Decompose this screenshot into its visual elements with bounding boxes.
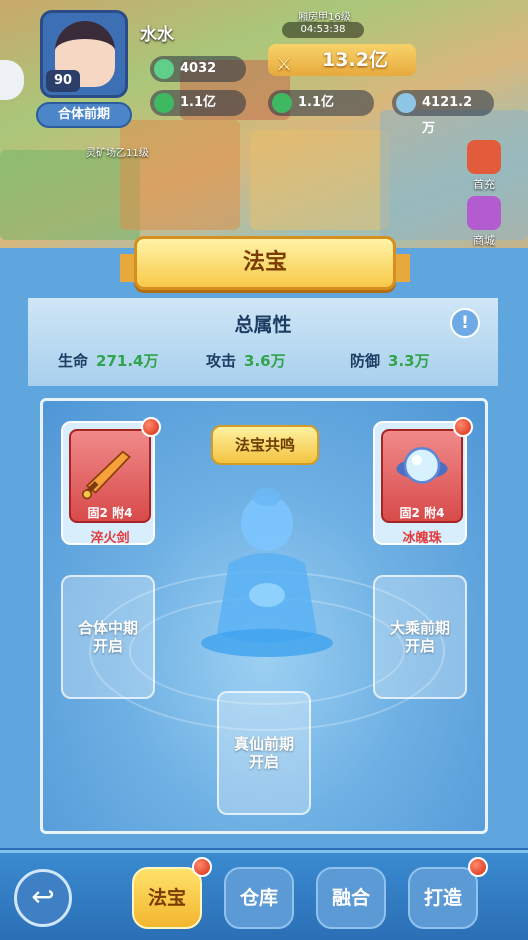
plus-coin-icon [154, 93, 174, 113]
stat-attack: 攻击 3.6万 [206, 350, 286, 371]
sword-tags: 固2 附4 [69, 503, 151, 523]
ice-orb-tag-fixed: 固2 [399, 506, 420, 520]
resource-copper[interactable]: 1.1亿 [150, 90, 246, 116]
nav-fusion-label: 融合 [331, 887, 370, 909]
sword-tag-extra: 附4 [112, 506, 133, 520]
locked-slot-dacheng-label: 大乘前期 开启 [389, 619, 450, 655]
stats-title: 总属性 [234, 314, 292, 336]
locked-slot-dacheng[interactable]: 大乘前期 开启 [373, 575, 467, 699]
stat-attack-value: 3.6万 [244, 352, 286, 370]
shop-icon [467, 196, 501, 230]
info-icon[interactable]: ! [450, 308, 480, 338]
shop-button[interactable]: 商城 [454, 196, 514, 248]
sword-icon [81, 450, 131, 500]
locked-slot-zhenxian[interactable]: 真仙前期 开启 [217, 691, 311, 815]
bottom-nav-bar: ↩ 法宝 仓库 融合 打造 [0, 850, 528, 940]
treasure-slot-sword[interactable]: 固2 附4 淬火剑 [61, 417, 161, 546]
stat-hp-value: 271.4万 [96, 352, 159, 370]
total-stats-card: 总属性 ! 生命 271.4万 攻击 3.6万 防御 3.3万 [28, 298, 498, 386]
ice-orb-name: 冰魄珠 [402, 531, 442, 546]
combat-power: ⚔ 13.2亿 [268, 44, 416, 76]
locked-slot-zhenxian-label: 真仙前期 开启 [233, 735, 294, 771]
gem-icon [154, 59, 174, 79]
sword-name: 淬火剑 [90, 531, 130, 546]
sword-tag-fixed: 固2 [87, 506, 108, 520]
combat-power-value: 13.2亿 [322, 49, 388, 71]
nav-forge[interactable]: 打造 [404, 857, 488, 933]
ice-orb-tag-extra: 附4 [424, 506, 445, 520]
player-name: 水水 [140, 25, 174, 45]
ice-orb-red-dot [453, 417, 473, 437]
crystal-icon [396, 93, 416, 113]
player-level-badge: 90 [46, 70, 80, 92]
panel-title: 法宝 [134, 236, 396, 290]
sword-red-dot [141, 417, 161, 437]
resource-crystal[interactable]: 4121.2万 [392, 90, 494, 136]
treasure-slots-area: 法宝共鸣 固2 附4 淬火剑 固2 附4 冰魄珠 合体中期 开启 大乘前期 开启… [40, 398, 488, 834]
resource-gem-value: 4032 [180, 61, 217, 76]
shop-label: 商城 [473, 234, 495, 247]
stat-defense: 防御 3.3万 [350, 350, 430, 371]
meditating-figure-icon [201, 488, 333, 657]
stat-hp: 生命 271.4万 [58, 350, 158, 371]
resource-jade-value: 1.1亿 [298, 95, 335, 110]
gift-chest-icon [467, 140, 501, 174]
back-arrow-icon[interactable]: ↩ [14, 869, 72, 927]
realm-button[interactable]: 合体前期 [36, 102, 132, 128]
stat-hp-label: 生命 [58, 352, 89, 370]
stat-defense-label: 防御 [350, 352, 381, 370]
build-timer: 04:53:38 [282, 22, 364, 38]
treasure-slot-ice-orb[interactable]: 固2 附4 冰魄珠 [373, 417, 473, 546]
crossed-swords-icon: ⚔ [276, 54, 293, 75]
nav-warehouse[interactable]: 仓库 [220, 863, 298, 933]
nav-treasure-label: 法宝 [147, 887, 186, 909]
first-recharge-label: 首充 [473, 178, 495, 191]
treasure-resonance-button[interactable]: 法宝共鸣 [211, 425, 319, 465]
locked-slot-heti[interactable]: 合体中期 开启 [61, 575, 155, 699]
nav-forge-label: 打造 [423, 887, 462, 909]
map-label-mine: 灵矿场乙11级 [86, 148, 149, 159]
ice-orb-tags: 固2 附4 [381, 503, 463, 523]
resource-gem[interactable]: 4032 [150, 56, 246, 82]
stat-attack-label: 攻击 [206, 352, 237, 370]
nav-treasure-red-dot [192, 857, 212, 877]
nav-treasure[interactable]: 法宝 [128, 857, 212, 933]
nav-fusion[interactable]: 融合 [312, 863, 390, 933]
nav-forge-red-dot [468, 857, 488, 877]
stat-defense-value: 3.3万 [388, 352, 430, 370]
nav-warehouse-label: 仓库 [239, 887, 278, 909]
plus-jade-icon [272, 93, 292, 113]
resource-jade[interactable]: 1.1亿 [268, 90, 374, 116]
map-label-building: 厢房甲16级 [298, 12, 351, 23]
locked-slot-heti-label: 合体中期 开启 [77, 619, 138, 655]
first-recharge-button[interactable]: 首充 [454, 140, 514, 192]
resource-copper-value: 1.1亿 [180, 95, 217, 110]
ice-orb-icon [396, 447, 448, 484]
